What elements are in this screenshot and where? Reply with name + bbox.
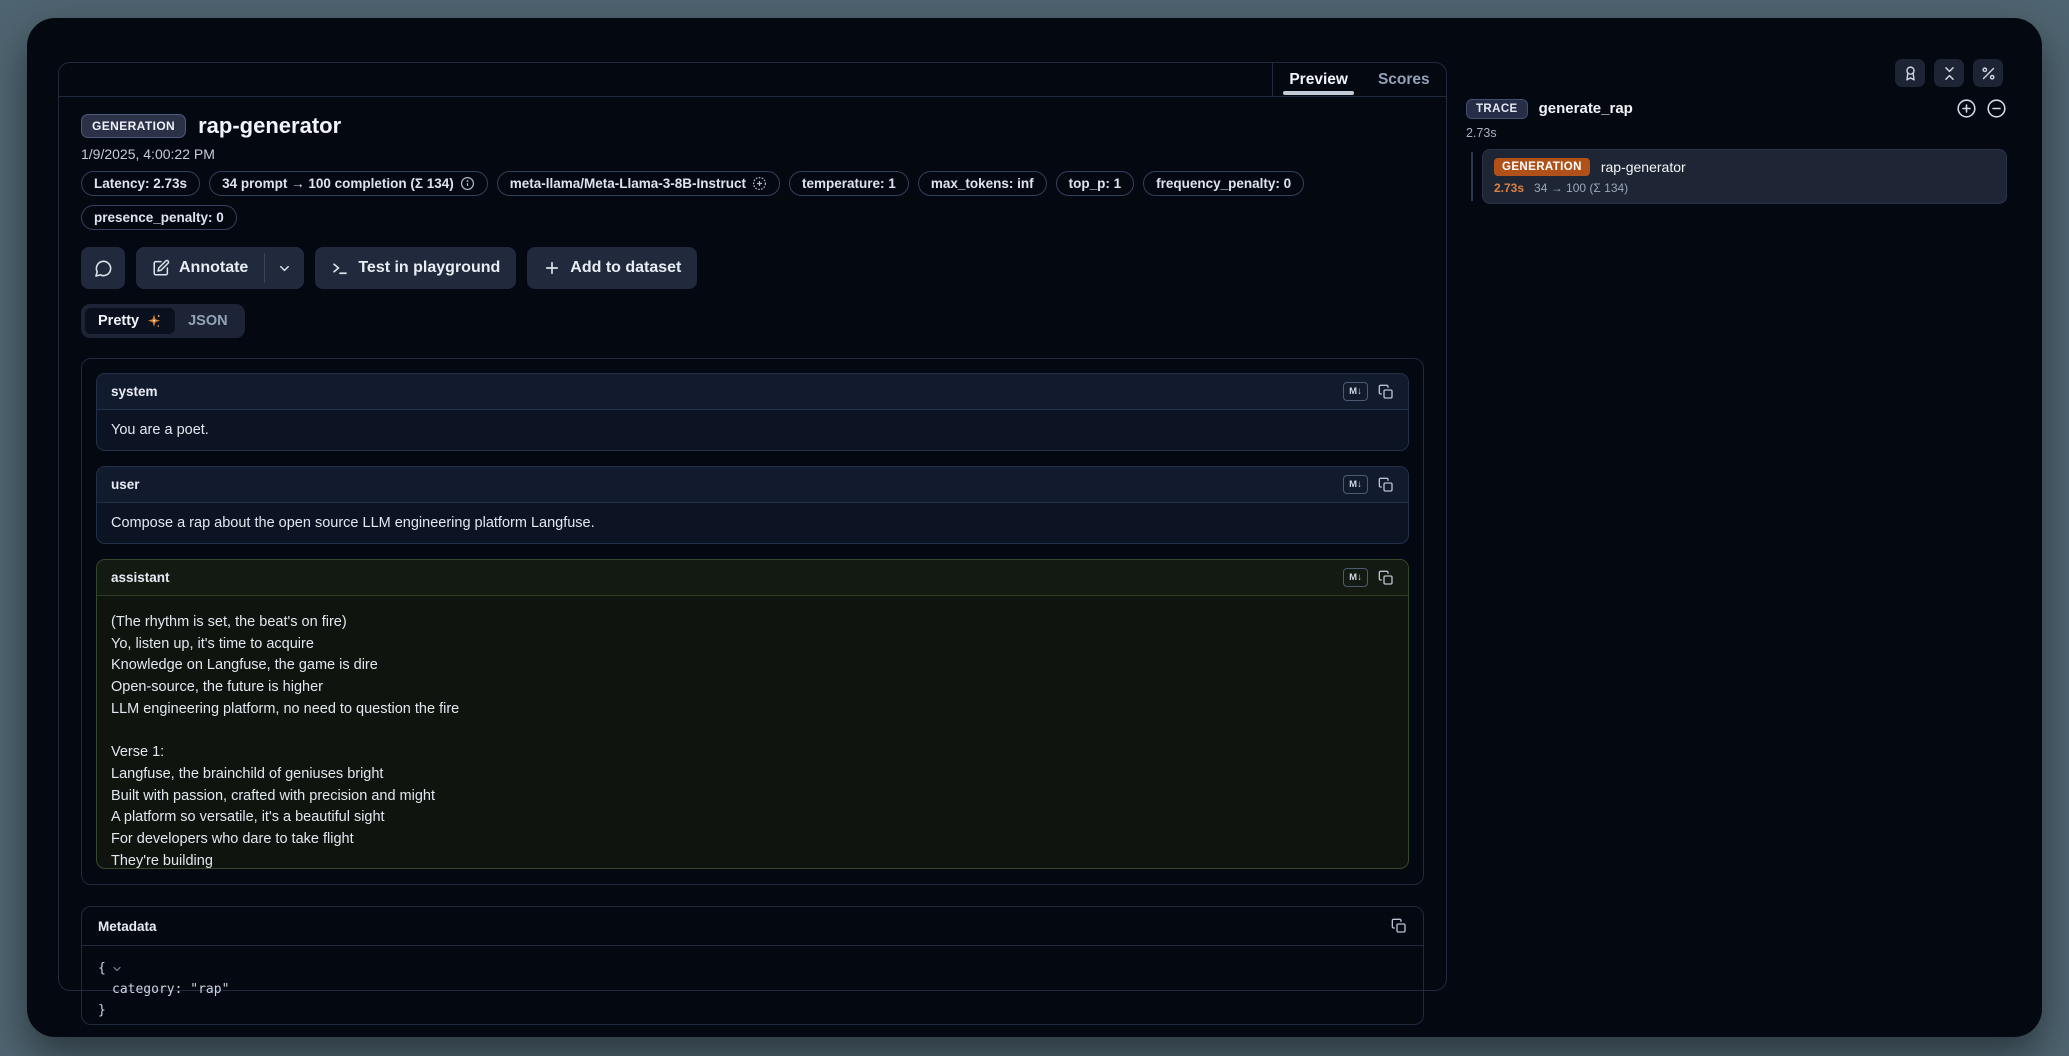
percent-timing-button[interactable] [1973, 59, 2003, 87]
tab-preview[interactable]: Preview [1289, 63, 1348, 96]
markdown-toggle-icon[interactable]: M↓ [1343, 382, 1368, 401]
action-toolbar: Annotate Test in playground [81, 247, 1424, 289]
edit-icon [152, 259, 170, 277]
trace-badge: TRACE [1466, 99, 1528, 119]
copy-icon[interactable] [1378, 384, 1394, 400]
collapse-all-button[interactable] [1986, 98, 2007, 119]
system-message-header: system M↓ [97, 374, 1408, 410]
scores-award-button[interactable] [1895, 59, 1925, 87]
trace-actions [1956, 98, 2007, 119]
frequency-penalty-pill: frequency_penalty: 0 [1143, 171, 1304, 196]
copy-icon[interactable] [1378, 477, 1394, 493]
percent-icon [1980, 65, 1997, 82]
role-label: user [111, 477, 140, 492]
window-actions [1895, 59, 2003, 87]
metadata-card: Metadata { category: "rap" } [81, 906, 1424, 1025]
user-message-header: user M↓ [97, 467, 1408, 503]
generation-node-name: rap-generator [1601, 159, 1686, 175]
metadata-header: Metadata [82, 907, 1423, 946]
tabs-group: Preview Scores [1272, 63, 1446, 96]
trace-tree-panel: TRACE generate_rap 2.73s [1466, 98, 2007, 204]
trace-name[interactable]: generate_rap [1539, 100, 1633, 117]
circle-minus-icon [1986, 98, 2007, 119]
plus-icon [543, 259, 561, 277]
terminal-icon [331, 259, 349, 277]
latency-pill: Latency: 2.73s [81, 171, 200, 196]
copy-icon[interactable] [1391, 918, 1407, 934]
max-tokens-pill: max_tokens: inf [918, 171, 1047, 196]
sparkles-icon [146, 313, 162, 329]
collapse-chevron-icon[interactable] [111, 963, 123, 975]
fold-vertical-icon [1941, 65, 1958, 82]
top-p-pill: top_p: 1 [1056, 171, 1135, 196]
user-message-content: Compose a rap about the open source LLM … [97, 503, 1408, 543]
tab-bar: Preview Scores [59, 63, 1446, 97]
assistant-message-content: (The rhythm is set, the beat's on fire) … [97, 596, 1408, 869]
view-toggle: Pretty JSON [81, 304, 245, 338]
app-window: Preview Scores GENERATION rap-generator … [27, 18, 2042, 1037]
system-message-content: You are a poet. [97, 410, 1408, 450]
copy-icon[interactable] [1378, 570, 1394, 586]
io-card: system M↓ You are a poet. user [81, 358, 1424, 885]
expand-all-button[interactable] [1956, 98, 1977, 119]
observation-panel: Preview Scores GENERATION rap-generator … [58, 62, 1447, 991]
metadata-title: Metadata [98, 919, 157, 934]
markdown-toggle-icon[interactable]: M↓ [1343, 568, 1368, 587]
observation-content: GENERATION rap-generator 1/9/2025, 4:00:… [59, 97, 1446, 1025]
add-to-dataset-button[interactable]: Add to dataset [527, 247, 697, 289]
role-label: assistant [111, 570, 170, 585]
circle-plus-icon[interactable] [752, 176, 767, 191]
attribute-pills: Latency: 2.73s 34 prompt → 100 completio… [81, 171, 1424, 230]
tokens-pill: 34 prompt → 100 completion (Σ 134) [209, 171, 488, 196]
role-label: system [111, 384, 158, 399]
user-message-block: user M↓ Compose a rap about the open sou… [96, 466, 1409, 544]
temperature-pill: temperature: 1 [789, 171, 909, 196]
annotate-dropdown-button[interactable] [265, 247, 304, 289]
trace-tree: GENERATION rap-generator 2.73s 34 → 100 … [1466, 149, 2007, 204]
trace-latency: 2.73s [1466, 126, 2007, 140]
observation-type-badge: GENERATION [81, 114, 186, 138]
chevron-down-icon [277, 261, 292, 276]
test-in-playground-button[interactable]: Test in playground [315, 247, 516, 289]
assistant-message-header: assistant M↓ [97, 560, 1408, 596]
presence-penalty-pill: presence_penalty: 0 [81, 205, 237, 230]
generation-node-card[interactable]: GENERATION rap-generator 2.73s 34 → 100 … [1482, 149, 2007, 204]
trace-row: TRACE generate_rap [1466, 98, 2007, 119]
page-title: rap-generator [198, 113, 341, 139]
comment-icon [94, 259, 113, 278]
generation-node-latency: 2.73s [1494, 181, 1524, 195]
system-message-block: system M↓ You are a poet. [96, 373, 1409, 451]
circle-plus-icon [1956, 98, 1977, 119]
annotate-split-button: Annotate [136, 247, 304, 289]
award-icon [1902, 65, 1919, 82]
model-pill: meta-llama/Meta-Llama-3-8B-Instruct [497, 171, 780, 196]
info-icon[interactable] [460, 176, 475, 191]
markdown-toggle-icon[interactable]: M↓ [1343, 475, 1368, 494]
annotate-button[interactable]: Annotate [136, 247, 264, 289]
blank-line [111, 721, 1394, 743]
assistant-message-block: assistant M↓ (The rhythm is set, the bea… [96, 559, 1409, 869]
pretty-toggle[interactable]: Pretty [85, 308, 175, 334]
generation-node-tokens: 34 → 100 (Σ 134) [1534, 181, 1628, 195]
metadata-json: { category: "rap" } [82, 946, 1423, 1025]
title-row: GENERATION rap-generator [81, 113, 1424, 139]
timestamp: 1/9/2025, 4:00:22 PM [81, 146, 1424, 162]
comment-button[interactable] [81, 247, 125, 289]
generation-node-badge: GENERATION [1494, 158, 1590, 176]
tab-scores[interactable]: Scores [1378, 63, 1430, 96]
json-toggle[interactable]: JSON [175, 308, 241, 334]
collapse-panel-button[interactable] [1934, 59, 1964, 87]
